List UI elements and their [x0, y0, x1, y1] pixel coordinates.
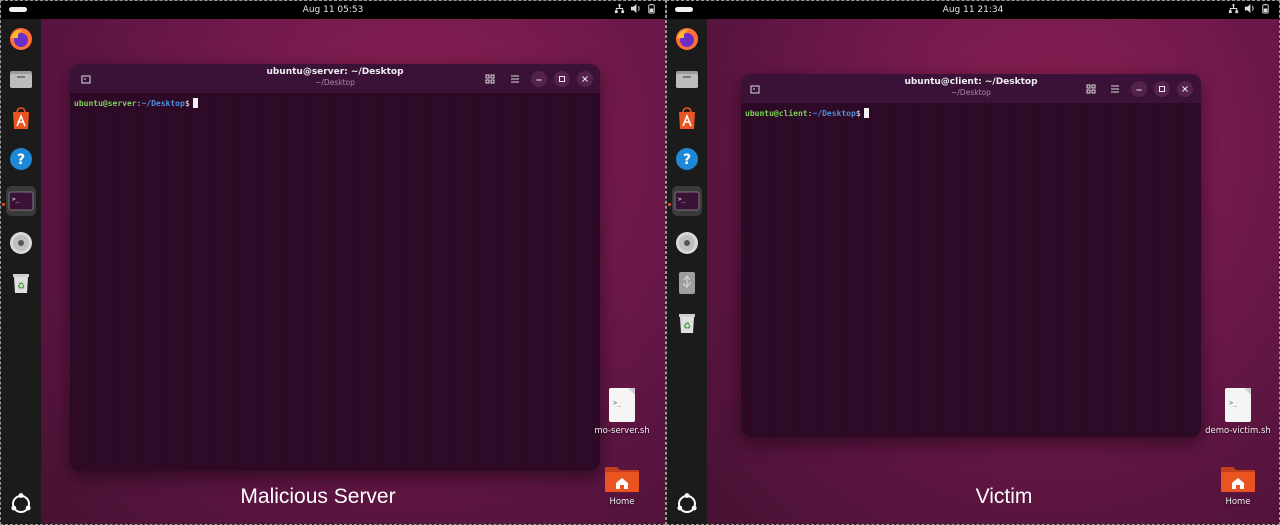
clock[interactable]: Aug 11 05:53: [1, 5, 665, 15]
terminal-window[interactable]: ubuntu@server: ~/Desktop ~/Desktop ubunt…: [70, 64, 600, 471]
file-label: mo-server.sh: [594, 426, 650, 436]
svg-text:?: ?: [683, 152, 691, 168]
app-center-icon[interactable]: [6, 104, 36, 134]
trash-icon[interactable]: ♻: [6, 268, 36, 298]
svg-text:>_: >_: [12, 196, 20, 203]
clock[interactable]: Aug 11 21:34: [667, 5, 1279, 15]
top-bar: Aug 11 21:34: [667, 1, 1279, 19]
network-icon: [1228, 3, 1239, 14]
prompt-path: ~/Desktop: [812, 109, 856, 118]
text-cursor: [863, 108, 869, 118]
shell-prompt: ubuntu@client:~/Desktop$: [745, 108, 869, 118]
terminal-window[interactable]: ubuntu@client: ~/Desktop ~/Desktop ubunt…: [741, 74, 1201, 437]
system-tray[interactable]: [1228, 3, 1271, 14]
prompt-dollar: $: [184, 99, 190, 108]
file-label: demo-victim.sh: [1205, 426, 1271, 436]
terminal-titlebar[interactable]: ubuntu@client: ~/Desktop ~/Desktop: [741, 74, 1201, 104]
close-icon[interactable]: [1177, 81, 1193, 97]
home-label: Home: [609, 497, 635, 507]
home-folder-icon: [1221, 467, 1255, 492]
running-indicator: [2, 203, 5, 206]
caption-title: Malicious Server: [240, 485, 396, 508]
volume-icon: [1244, 3, 1255, 14]
prompt-user: ubuntu@server: [74, 99, 137, 108]
script-file-icon: >_: [609, 388, 635, 422]
minimize-icon[interactable]: [531, 71, 547, 87]
svg-text:?: ?: [17, 152, 25, 168]
system-tray[interactable]: [614, 3, 657, 14]
prompt-user: ubuntu@client: [745, 109, 808, 118]
terminal-body[interactable]: ubuntu@server:~/Desktop$: [70, 94, 600, 471]
left-vm-screen: Aug 11 05:53 ? >_ ♻ ubuntu@server: ~/Des…: [0, 0, 666, 525]
desktop-file-server-script[interactable]: >_ mo-server.sh: [582, 388, 662, 436]
prompt-dollar: $: [855, 109, 861, 118]
app-center-icon[interactable]: [672, 104, 702, 134]
disc-icon[interactable]: [672, 228, 702, 258]
caption-title: Victim: [975, 485, 1033, 508]
maximize-icon[interactable]: [554, 71, 570, 87]
help-icon[interactable]: ?: [6, 144, 36, 174]
tab-overview-icon[interactable]: [1083, 81, 1099, 97]
dock: ? >_ ♻: [667, 19, 707, 524]
shell-prompt: ubuntu@server:~/Desktop$: [74, 98, 198, 108]
prompt-path: ~/Desktop: [141, 99, 185, 108]
menu-icon[interactable]: [507, 71, 523, 87]
svg-text:♻: ♻: [17, 282, 25, 292]
right-vm-screen: Aug 11 21:34 ? >_ ♻ ubuntu@client: ~/Des…: [666, 0, 1280, 525]
battery-icon: [646, 3, 657, 14]
top-bar: Aug 11 05:53: [1, 1, 665, 19]
home-folder-icon: [605, 467, 639, 492]
terminal-icon[interactable]: >_: [672, 186, 702, 216]
script-file-icon: >_: [1225, 388, 1251, 422]
menu-icon[interactable]: [1107, 81, 1123, 97]
desktop-home-folder[interactable]: Home: [1213, 463, 1263, 507]
svg-text:>_: >_: [678, 196, 686, 203]
terminal-titlebar[interactable]: ubuntu@server: ~/Desktop ~/Desktop: [70, 64, 600, 94]
terminal-body[interactable]: ubuntu@client:~/Desktop$: [741, 104, 1201, 437]
terminal-icon[interactable]: >_: [6, 186, 36, 216]
network-icon: [614, 3, 625, 14]
home-label: Home: [1225, 497, 1251, 507]
usb-drive-icon[interactable]: [672, 268, 702, 298]
minimize-icon[interactable]: [1131, 81, 1147, 97]
battery-icon: [1260, 3, 1271, 14]
running-indicator: [668, 203, 671, 206]
desktop-home-folder[interactable]: Home: [597, 463, 647, 507]
volume-icon: [630, 3, 641, 14]
maximize-icon[interactable]: [1154, 81, 1170, 97]
help-icon[interactable]: ?: [672, 144, 702, 174]
disc-icon[interactable]: [6, 228, 36, 258]
files-icon[interactable]: [672, 64, 702, 94]
files-icon[interactable]: [6, 64, 36, 94]
text-cursor: [192, 98, 198, 108]
show-apps-icon[interactable]: [675, 492, 699, 516]
svg-text:♻: ♻: [683, 322, 691, 332]
firefox-icon[interactable]: [6, 24, 36, 54]
desktop-file-victim-script[interactable]: >_ demo-victim.sh: [1198, 388, 1278, 436]
dock: ? >_ ♻: [1, 19, 41, 524]
show-apps-icon[interactable]: [9, 492, 33, 516]
trash-icon[interactable]: ♻: [672, 308, 702, 338]
close-icon[interactable]: [577, 71, 593, 87]
firefox-icon[interactable]: [672, 24, 702, 54]
tab-overview-icon[interactable]: [482, 71, 498, 87]
